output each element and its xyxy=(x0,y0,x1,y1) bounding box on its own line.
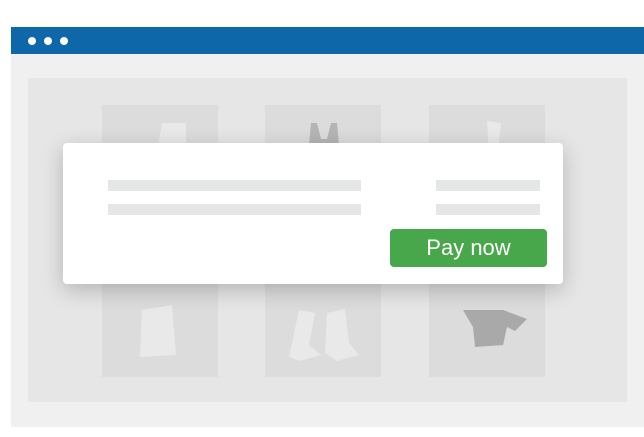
placeholder-text-line xyxy=(436,180,540,191)
placeholder-text-line xyxy=(436,204,540,215)
placeholder-text-line xyxy=(108,180,361,191)
payment-modal: Pay now xyxy=(63,143,563,284)
window-dot-icon[interactable] xyxy=(60,37,68,45)
title-bar xyxy=(11,27,644,54)
pay-now-button[interactable]: Pay now xyxy=(390,229,547,267)
window-dot-icon[interactable] xyxy=(28,37,36,45)
window-dot-icon[interactable] xyxy=(44,37,52,45)
placeholder-text-line xyxy=(108,204,361,215)
